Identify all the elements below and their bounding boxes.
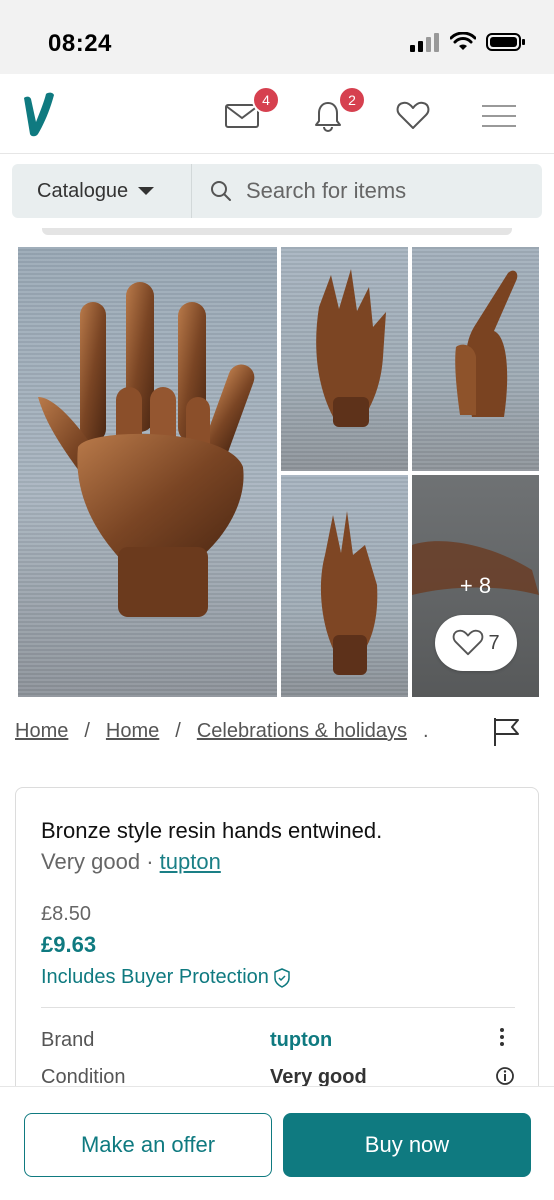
search-field bbox=[192, 178, 542, 204]
brand-label: Brand bbox=[41, 1029, 95, 1051]
photo-2[interactable] bbox=[281, 247, 408, 471]
status-time: 08:24 bbox=[48, 30, 112, 57]
signal-icon bbox=[410, 33, 439, 52]
battery-icon bbox=[486, 33, 525, 51]
vinted-logo[interactable] bbox=[22, 92, 56, 143]
item-title: Bronze style resin hands entwined. bbox=[41, 818, 383, 843]
breadcrumb: Home / Home / Celebrations & holidays . bbox=[15, 720, 429, 743]
app-header: 4 2 bbox=[0, 74, 554, 154]
kebab-menu-icon bbox=[500, 1028, 504, 1046]
caret-down-icon bbox=[138, 187, 155, 195]
buy-now-button[interactable]: Buy now bbox=[283, 1113, 531, 1177]
photo-3[interactable] bbox=[412, 247, 539, 471]
make-offer-button[interactable]: Make an offer bbox=[24, 1113, 272, 1177]
flag-icon bbox=[494, 718, 519, 746]
item-details-card: Bronze style resin hands entwined. Very … bbox=[15, 787, 539, 1097]
price-original: £8.50 bbox=[41, 903, 92, 925]
breadcrumb-ellipsis: . bbox=[422, 720, 429, 742]
breadcrumb-separator: / bbox=[175, 720, 181, 742]
heart-icon bbox=[453, 629, 484, 656]
catalogue-dropdown[interactable]: Catalogue bbox=[12, 164, 192, 218]
report-button[interactable] bbox=[492, 716, 522, 753]
search-icon bbox=[211, 181, 231, 201]
photo-gallery: + 8 7 bbox=[18, 247, 539, 697]
heart-icon bbox=[396, 101, 430, 129]
main-photo[interactable] bbox=[18, 247, 277, 697]
catalogue-label: Catalogue bbox=[37, 179, 129, 202]
search-input[interactable] bbox=[246, 178, 536, 204]
seller-link[interactable]: tupton bbox=[160, 849, 221, 874]
buyer-protection-link[interactable]: Includes Buyer Protection bbox=[41, 966, 291, 989]
favourites-button[interactable] bbox=[393, 96, 433, 136]
brand-options-button[interactable] bbox=[498, 1026, 506, 1053]
wifi-icon bbox=[450, 32, 476, 50]
breadcrumb-home-1[interactable]: Home bbox=[15, 720, 68, 743]
buyer-protection-label: Includes Buyer Protection bbox=[41, 966, 269, 988]
more-photos-count[interactable]: + 8 bbox=[412, 475, 539, 599]
notifications-badge: 2 bbox=[338, 86, 366, 114]
favourite-count: 7 bbox=[488, 631, 500, 654]
bottom-action-bar: Make an offer Buy now bbox=[0, 1086, 554, 1200]
shield-check-icon bbox=[274, 967, 290, 988]
info-icon bbox=[496, 1067, 514, 1085]
menu-button[interactable] bbox=[478, 96, 520, 136]
search-bar: Catalogue bbox=[12, 164, 542, 218]
messages-badge: 4 bbox=[252, 86, 280, 114]
breadcrumb-celebrations[interactable]: Celebrations & holidays bbox=[197, 720, 407, 743]
price-total: £9.63 bbox=[41, 932, 97, 957]
scroll-shadow bbox=[42, 228, 512, 235]
favourite-button[interactable]: 7 bbox=[435, 615, 517, 671]
status-icons bbox=[410, 32, 526, 52]
status-bar: 08:24 bbox=[0, 0, 554, 74]
item-condition: Very good bbox=[41, 849, 141, 874]
brand-value[interactable]: tupton bbox=[270, 1029, 332, 1052]
subtitle-separator: · bbox=[140, 849, 160, 874]
divider bbox=[41, 1007, 515, 1008]
photo-4[interactable] bbox=[281, 475, 408, 697]
breadcrumb-separator: / bbox=[84, 720, 90, 742]
breadcrumb-home-2[interactable]: Home bbox=[106, 720, 159, 743]
item-subtitle: Very good · tupton bbox=[41, 849, 221, 875]
hamburger-icon bbox=[482, 105, 516, 127]
